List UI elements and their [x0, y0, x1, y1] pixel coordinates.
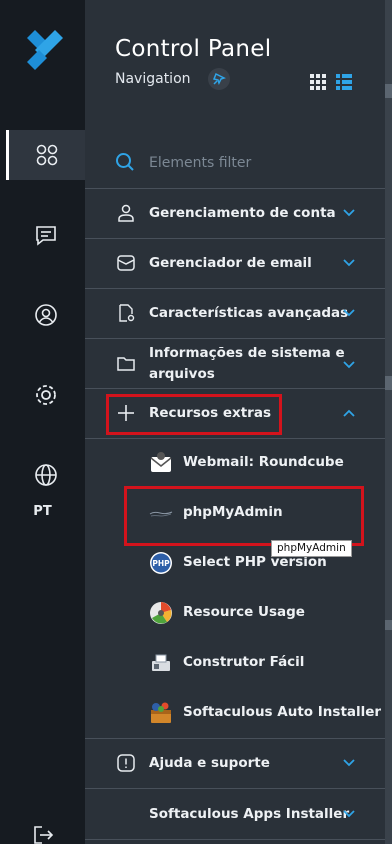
- section-label: Características avançadas: [149, 305, 349, 321]
- highlight-recursos-extras: [106, 394, 282, 435]
- background-page-edge: [385, 0, 392, 844]
- rail-profile-button[interactable]: [6, 290, 85, 340]
- alert-icon: [117, 754, 135, 772]
- rail-dashboard-button[interactable]: [6, 130, 85, 180]
- rail-settings-button[interactable]: [6, 370, 85, 420]
- advanced-settings-icon: [119, 304, 135, 322]
- softaculous-icon: [151, 702, 171, 723]
- globe-icon: [34, 464, 57, 486]
- brand-logo-icon[interactable]: [27, 30, 63, 70]
- section-softaculous-apps-installer[interactable]: Softaculous Apps Installer: [85, 788, 385, 840]
- pin-icon: [212, 72, 226, 85]
- chevron-down-icon: [343, 209, 355, 217]
- tooltip: phpMyAdmin: [271, 540, 352, 557]
- chevron-up-icon: [343, 409, 355, 417]
- grid-view-icon[interactable]: [310, 74, 326, 90]
- section-gerenciamento-de-conta[interactable]: Gerenciamento de conta: [85, 188, 385, 238]
- section-informacoes-de-sistema[interactable]: Informações de sistema e arquivos: [85, 338, 385, 388]
- gear-icon: [35, 385, 56, 405]
- highlight-phpmyadmin: [124, 486, 364, 546]
- search-icon: [116, 153, 134, 171]
- section-label: Gerenciamento de conta: [149, 205, 336, 221]
- section-label: Ajuda e suporte: [149, 755, 270, 771]
- roundcube-icon: [150, 452, 172, 472]
- submenu-label: Construtor Fácil: [183, 654, 305, 670]
- chevron-down-icon: [343, 759, 355, 767]
- section-caracteristicas-avancadas[interactable]: Características avançadas: [85, 288, 385, 338]
- logout-icon[interactable]: [33, 826, 55, 844]
- chevron-down-icon: [343, 259, 355, 267]
- dashboard-icon: [36, 144, 58, 166]
- builder-icon: [152, 654, 170, 671]
- chevron-down-icon: [343, 361, 355, 369]
- rail-language-button[interactable]: [6, 450, 85, 500]
- svg-text:PHP: PHP: [152, 559, 170, 568]
- section-label: Softaculous Apps Installer: [149, 806, 350, 822]
- elements-filter[interactable]: Elements filter: [85, 140, 385, 186]
- left-rail: PT: [0, 0, 85, 844]
- scroll-marker: [385, 620, 392, 630]
- php-icon: PHP: [150, 552, 172, 574]
- chevron-down-icon: [343, 309, 355, 317]
- pin-button[interactable]: [208, 68, 230, 90]
- filter-placeholder: Elements filter: [149, 155, 252, 171]
- submenu-item-softaculous-auto-installer[interactable]: Softaculous Auto Installer: [85, 689, 385, 739]
- section-label-line2: arquivos: [149, 366, 215, 382]
- panel-title: Control Panel: [115, 36, 272, 62]
- section-ajuda-e-suporte[interactable]: Ajuda e suporte: [85, 738, 385, 788]
- resource-usage-icon: [150, 602, 172, 624]
- submenu-item-construtor-facil[interactable]: Construtor Fácil: [85, 639, 385, 689]
- list-view-icon[interactable]: [336, 74, 352, 90]
- section-gerenciador-de-email[interactable]: Gerenciador de email: [85, 238, 385, 288]
- language-label[interactable]: PT: [0, 504, 85, 519]
- chat-icon: [35, 226, 56, 246]
- navigation-label: Navigation: [115, 71, 191, 87]
- submenu-item-resource-usage[interactable]: Resource Usage: [85, 589, 385, 639]
- mail-icon: [117, 255, 135, 271]
- submenu-label: Softaculous Auto Installer: [183, 704, 382, 720]
- scroll-marker: [385, 376, 392, 390]
- user-circle-icon: [34, 304, 57, 326]
- user-icon: [118, 204, 134, 222]
- submenu-item-webmail[interactable]: Webmail: Roundcube: [85, 439, 385, 489]
- chevron-down-icon: [343, 810, 355, 818]
- section-label-line1: Informações de sistema e: [149, 345, 345, 361]
- scroll-marker: [385, 84, 392, 98]
- submenu-label: Resource Usage: [183, 604, 305, 620]
- rail-messages-button[interactable]: [6, 210, 85, 260]
- section-label: Gerenciador de email: [149, 255, 312, 271]
- submenu-label: Webmail: Roundcube: [183, 454, 344, 470]
- folder-icon: [117, 357, 135, 371]
